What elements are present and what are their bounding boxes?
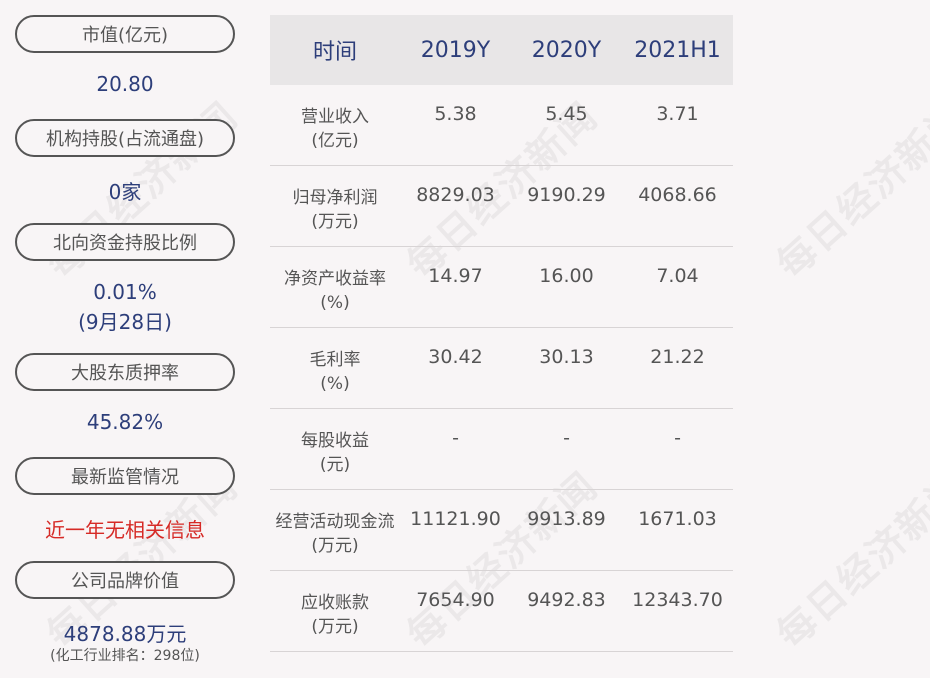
row-label: 经营活动现金流 (万元)	[275, 512, 395, 556]
table-cell: -	[452, 427, 459, 449]
table-cell: 11121.90	[410, 508, 501, 530]
row-label: 归母净利润 (万元)	[292, 188, 378, 232]
stock-summary-panel: 市值(亿元) 20.80 机构持股(占流通盘) 0家 北向资金持股比例 0.01…	[0, 0, 250, 678]
row-label: 净资产收益率 (%)	[284, 269, 386, 313]
brand-value-rank: (化工行业排名：298位)	[50, 648, 200, 664]
table-cell: 7.04	[656, 265, 699, 287]
table-row: 应收账款 (万元) 7654.90 9492.83 12343.70	[270, 571, 733, 652]
header-time: 时间	[312, 40, 357, 65]
table-cell: -	[674, 427, 681, 449]
institutional-holding-value: 0家	[108, 180, 142, 204]
northbound-holding-date: (9月28日)	[78, 310, 172, 334]
row-label: 应收账款 (万元)	[301, 593, 369, 637]
northbound-holding-value: 0.01%	[93, 280, 157, 304]
table-header: 时间 2019Y 2020Y 2021H1	[270, 15, 733, 85]
financial-table: 时间 2019Y 2020Y 2021H1 营业收入 (亿元) 5.38 5.45…	[270, 15, 733, 652]
table-cell: 4068.66	[638, 184, 717, 206]
market-cap-value: 20.80	[96, 72, 154, 96]
table-cell: 30.13	[539, 346, 594, 368]
row-label: 每股收益 (元)	[301, 431, 369, 475]
table-row: 经营活动现金流 (万元) 11121.90 9913.89 1671.03	[270, 490, 733, 571]
header-2020y: 2020Y	[531, 37, 602, 63]
watermark: 每日经济新闻	[768, 93, 930, 287]
table-cell: 21.22	[650, 346, 705, 368]
pledge-ratio-value: 45.82%	[86, 410, 164, 434]
table-cell: 9492.83	[527, 589, 606, 611]
header-2019y: 2019Y	[420, 37, 491, 63]
table-cell: 5.45	[545, 103, 588, 125]
table-cell: 1671.03	[638, 508, 717, 530]
pledge-ratio-label: 大股东质押率	[15, 353, 235, 391]
table-cell: 12343.70	[632, 589, 723, 611]
northbound-holding-label: 北向资金持股比例	[15, 223, 235, 261]
table-cell: 16.00	[539, 265, 594, 287]
table-cell: 30.42	[428, 346, 483, 368]
table-row: 归母净利润 (万元) 8829.03 9190.29 4068.66	[270, 166, 733, 247]
regulatory-status-value: 近一年无相关信息	[45, 518, 205, 542]
brand-value-value: 4878.88万元	[63, 622, 187, 646]
table-row: 营业收入 (亿元) 5.38 5.45 3.71	[270, 85, 733, 166]
table-cell: -	[563, 427, 570, 449]
table-cell: 9190.29	[527, 184, 606, 206]
institutional-holding-label: 机构持股(占流通盘)	[15, 119, 235, 157]
regulatory-status-label: 最新监管情况	[15, 457, 235, 495]
table-cell: 9913.89	[527, 508, 606, 530]
brand-value-label: 公司品牌价值	[15, 561, 235, 599]
row-label: 营业收入 (亿元)	[301, 107, 369, 151]
market-cap-label: 市值(亿元)	[15, 15, 235, 53]
watermark: 每日经济新闻	[768, 463, 930, 657]
table-cell: 14.97	[428, 265, 483, 287]
row-label: 毛利率 (%)	[309, 350, 361, 394]
table-cell: 3.71	[656, 103, 699, 125]
table-cell: 5.38	[434, 103, 477, 125]
table-cell: 8829.03	[416, 184, 495, 206]
table-row: 每股收益 (元) - - -	[270, 409, 733, 490]
table-cell: 7654.90	[416, 589, 495, 611]
table-row: 毛利率 (%) 30.42 30.13 21.22	[270, 328, 733, 409]
header-2021h1: 2021H1	[634, 37, 721, 63]
table-row: 净资产收益率 (%) 14.97 16.00 7.04	[270, 247, 733, 328]
